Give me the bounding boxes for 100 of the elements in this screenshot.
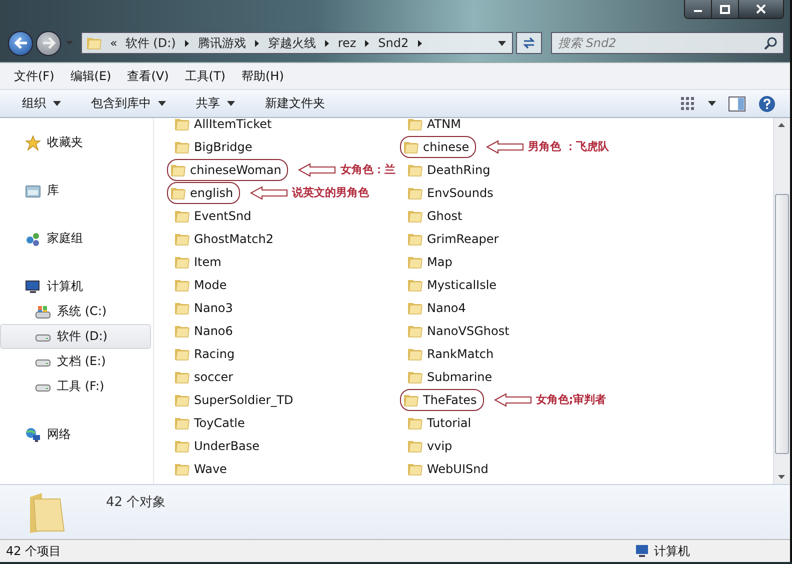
folder-item[interactable]: ToyCatle — [171, 412, 248, 432]
separator-arrow-icon — [254, 38, 260, 48]
sidebar-item[interactable]: 软件 (D:) — [0, 324, 151, 349]
folder-item[interactable]: Wave — [171, 458, 230, 478]
maximize-icon — [720, 4, 730, 14]
sidebar-item[interactable]: 库 — [0, 178, 151, 203]
menu-item[interactable]: 工具(T) — [184, 68, 226, 84]
toolbar-button[interactable]: 共享 — [196, 92, 235, 114]
folder-item[interactable]: GrimReaper — [404, 228, 502, 248]
computer-icon — [634, 544, 650, 558]
left-arrow-icon — [494, 392, 532, 406]
item-count: 42 个对象 — [106, 494, 166, 511]
sidebar-item[interactable]: 家庭组 — [0, 226, 151, 251]
separator-arrow-icon — [324, 38, 330, 48]
annotation-note: 男角色 ：飞虎队 — [528, 139, 610, 154]
maximize-button[interactable] — [712, 0, 739, 18]
annotation-note: 说英文的男角色 — [292, 185, 370, 200]
status-item-count: 42 个项目 — [6, 542, 62, 560]
folder-item[interactable]: soccer — [171, 366, 236, 386]
caret-icon — [227, 101, 235, 106]
folder-item[interactable]: vvip — [404, 436, 456, 456]
sidebar-item[interactable]: 工具 (F:) — [0, 374, 151, 399]
minimize-button[interactable] — [685, 0, 712, 18]
folder-item[interactable]: Nano4 — [404, 298, 469, 318]
forward-button[interactable] — [36, 30, 61, 56]
folder-item[interactable]: Mode — [171, 274, 230, 294]
breadcrumb[interactable]: 软件 (D:) — [125, 34, 176, 52]
drive-icon — [35, 304, 51, 320]
sidebar-item[interactable]: 网络 — [0, 422, 151, 447]
folder-item[interactable]: NanoVSGhost — [404, 320, 512, 340]
breadcrumb[interactable]: 腾讯游戏 — [198, 34, 246, 52]
close-button[interactable] — [739, 0, 783, 18]
separator-arrow-icon — [184, 38, 190, 48]
breadcrumb[interactable]: Snd2 — [378, 36, 409, 50]
folder-item[interactable]: GhostMatch2 — [171, 228, 276, 248]
folder-item[interactable]: Tutorial — [404, 412, 474, 432]
scrollbar[interactable] — [773, 118, 790, 484]
star-icon — [25, 134, 41, 150]
address-bar[interactable]: « 软件 (D:) 腾讯游戏 穿越火线 rez Snd2 — [81, 32, 513, 54]
separator-arrow-icon — [364, 38, 370, 48]
forward-arrow-icon — [42, 37, 56, 49]
network-icon — [25, 426, 41, 442]
folder-item[interactable]: AllItemTicket — [171, 114, 275, 134]
back-button[interactable] — [8, 30, 33, 56]
back-arrow-icon — [14, 37, 28, 49]
overflow-chevron[interactable]: « — [110, 36, 118, 50]
grid-icon — [680, 96, 696, 112]
toolbar-button[interactable]: 组织 — [22, 92, 61, 114]
library-icon — [25, 182, 41, 198]
breadcrumb[interactable]: 穿越火线 — [268, 34, 316, 52]
annotation-note: 女角色;审判者 — [536, 392, 606, 407]
folder-item[interactable]: Item — [171, 252, 224, 272]
caret-icon — [708, 101, 716, 106]
left-arrow-icon — [298, 162, 336, 176]
folder-item[interactable]: EventSnd — [171, 206, 254, 226]
close-icon — [756, 4, 766, 14]
folder-item[interactable]: DeathRing — [404, 160, 494, 180]
folder-item[interactable]: EnvSounds — [404, 182, 496, 202]
menu-item[interactable]: 编辑(E) — [70, 68, 112, 84]
folder-item[interactable]: RankMatch — [404, 344, 497, 364]
folder-item[interactable]: UnderBase — [171, 436, 263, 456]
circled-folder-item[interactable]: english — [167, 182, 240, 204]
toolbar-button[interactable]: 新建文件夹 — [265, 92, 325, 114]
search-icon — [764, 36, 778, 50]
toolbar-button[interactable]: 包含到库中 — [91, 92, 166, 114]
annotation-note: 女角色：兰 — [340, 162, 396, 177]
refresh-button[interactable] — [516, 32, 542, 54]
breadcrumb[interactable]: rez — [338, 36, 356, 50]
folder-item[interactable]: BigBridge — [171, 136, 256, 156]
folder-item[interactable]: SuperSoldier_TD — [171, 390, 296, 410]
help-icon — [758, 94, 776, 112]
caret-icon — [66, 41, 72, 45]
homegroup-icon — [25, 230, 41, 246]
folder-item[interactable]: Submarine — [404, 366, 496, 386]
circled-folder-item[interactable]: chinese — [400, 136, 476, 158]
circled-folder-item[interactable]: chineseWoman — [167, 158, 288, 180]
sidebar-item[interactable]: 计算机 — [0, 274, 151, 299]
sidebar-item[interactable]: 文档 (E:) — [0, 349, 151, 374]
menu-item[interactable]: 查看(V) — [127, 68, 169, 84]
left-arrow-icon — [250, 186, 288, 200]
folder-item[interactable]: Ghost — [404, 206, 466, 226]
folder-item[interactable]: WebUISnd — [404, 458, 492, 478]
caret-icon — [53, 101, 61, 106]
folder-item[interactable]: Nano6 — [171, 320, 236, 340]
status-location: 计算机 — [654, 542, 690, 560]
folder-item[interactable]: Racing — [171, 344, 238, 364]
menu-item[interactable]: 帮助(H) — [242, 68, 284, 84]
menu-item[interactable]: 文件(F) — [14, 68, 54, 84]
circled-folder-item[interactable]: TheFates — [400, 388, 484, 410]
separator-arrow-icon — [416, 38, 423, 48]
sidebar-item[interactable]: 收藏夹 — [0, 130, 151, 155]
pane-icon — [728, 96, 746, 112]
dropdown-arrow-icon — [498, 40, 506, 46]
folder-item[interactable]: MysticalIsle — [404, 274, 500, 294]
folder-item[interactable]: ATNM — [404, 114, 464, 134]
folder-item[interactable]: Nano3 — [171, 298, 236, 318]
folder-icon — [86, 35, 102, 51]
folder-item[interactable]: Map — [404, 252, 456, 272]
sidebar-item[interactable]: 系统 (C:) — [0, 299, 151, 324]
search-field[interactable]: 搜索 Snd2 — [551, 32, 784, 54]
